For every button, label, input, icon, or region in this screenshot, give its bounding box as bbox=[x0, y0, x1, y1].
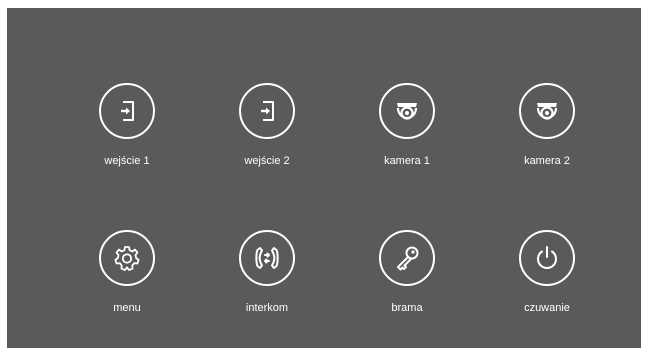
tile-wejscie-1[interactable]: wejście 1 bbox=[67, 83, 187, 187]
tile-button[interactable] bbox=[519, 230, 575, 286]
dome-camera-icon bbox=[396, 103, 418, 120]
tile-button[interactable] bbox=[379, 230, 435, 286]
tile-menu[interactable]: menu bbox=[67, 230, 187, 334]
tile-button[interactable] bbox=[99, 230, 155, 286]
tile-kamera-1[interactable]: kamera 1 bbox=[347, 83, 467, 187]
door-entry-icon bbox=[121, 101, 134, 121]
tile-label: kamera 2 bbox=[524, 155, 570, 167]
tile-wejscie-2[interactable]: wejście 2 bbox=[207, 83, 327, 187]
tile-interkom[interactable]: interkom bbox=[207, 230, 327, 334]
tile-label: brama bbox=[391, 302, 423, 314]
tile-button[interactable] bbox=[99, 83, 155, 139]
tile-label: interkom bbox=[245, 302, 289, 314]
tile-button[interactable] bbox=[519, 83, 575, 139]
intercom-icon bbox=[255, 247, 279, 269]
door-entry-icon bbox=[261, 101, 274, 121]
home-screen: wejście 1 wejście 2 kamera 1 kamera 2 me… bbox=[7, 8, 641, 348]
key-icon bbox=[397, 246, 419, 271]
tile-label: kamera 1 bbox=[384, 155, 430, 167]
gear-icon bbox=[114, 246, 140, 271]
tile-button[interactable] bbox=[239, 230, 295, 286]
tile-label: wejście 1 bbox=[104, 155, 150, 167]
tile-brama[interactable]: brama bbox=[347, 230, 467, 334]
tile-button[interactable] bbox=[239, 83, 295, 139]
tile-button[interactable] bbox=[379, 83, 435, 139]
dome-camera-icon bbox=[536, 103, 558, 120]
tile-kamera-2[interactable]: kamera 2 bbox=[487, 83, 607, 187]
tile-label: wejście 2 bbox=[244, 155, 290, 167]
tile-label: czuwanie bbox=[524, 302, 570, 314]
tile-label: menu bbox=[113, 302, 141, 314]
tile-czuwanie[interactable]: czuwanie bbox=[487, 230, 607, 334]
power-icon bbox=[537, 246, 557, 269]
